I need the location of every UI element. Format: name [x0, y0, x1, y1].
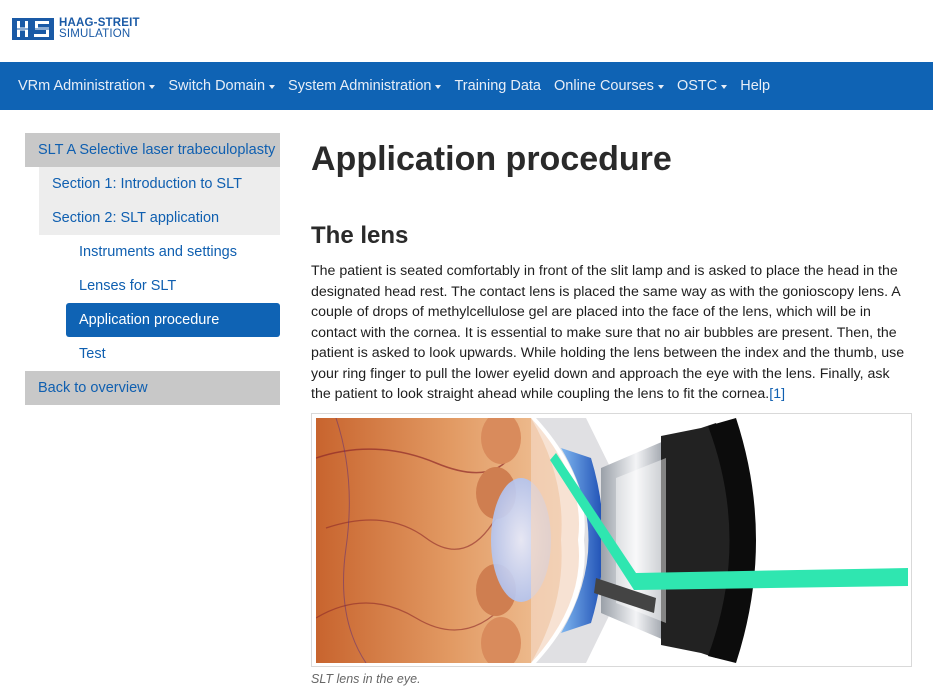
lens-figure — [311, 413, 912, 667]
sidebar-item-instruments[interactable]: Instruments and settings — [66, 235, 280, 269]
section-title: The lens — [311, 222, 409, 249]
nav-vrm-administration[interactable]: VRm Administration — [18, 78, 156, 94]
nav-training-data[interactable]: Training Data — [454, 78, 541, 94]
nav-label: System Administration — [288, 78, 432, 94]
nav-label: Online Courses — [554, 78, 654, 94]
back-to-overview-button[interactable]: Back to overview — [25, 371, 280, 405]
nav-label: VRm Administration — [18, 78, 146, 94]
nav-ostc[interactable]: OSTC — [676, 78, 728, 94]
caret-down-icon — [149, 84, 156, 89]
caret-down-icon — [657, 84, 664, 89]
nav-system-administration[interactable]: System Administration — [288, 78, 442, 94]
caret-down-icon — [435, 84, 442, 89]
hs-logo-icon — [12, 18, 54, 40]
sidebar-section-1[interactable]: Section 1: Introduction to SLT — [39, 167, 280, 201]
slt-lens-eye-illustration — [316, 418, 908, 663]
brand-logo[interactable]: HAAG-STREIT SIMULATION — [12, 17, 140, 40]
sidebar-course-link[interactable]: SLT A Selective laser trabeculoplasty — [25, 133, 280, 167]
caret-down-icon — [721, 84, 728, 89]
nav-label: Training Data — [454, 78, 541, 94]
nav-label: Switch Domain — [168, 78, 266, 94]
reference-link[interactable]: [1] — [769, 386, 785, 402]
caret-down-icon — [269, 84, 276, 89]
nav-label: Help — [740, 78, 771, 94]
sidebar-item-test[interactable]: Test — [66, 337, 280, 371]
course-sidebar: SLT A Selective laser trabeculoplasty Se… — [25, 133, 280, 405]
sidebar-item-lenses[interactable]: Lenses for SLT — [66, 269, 280, 303]
brand-line2: SIMULATION — [59, 28, 131, 40]
body-paragraph: The patient is seated comfortably in fro… — [311, 261, 911, 405]
nav-help[interactable]: Help — [740, 78, 770, 94]
main-content: Application procedure The lens The patie… — [311, 133, 911, 405]
figure-caption: SLT lens in the eye. — [311, 672, 421, 686]
nav-label: OSTC — [676, 78, 718, 94]
brand-text: HAAG-STREIT SIMULATION — [59, 17, 140, 40]
nav-switch-domain[interactable]: Switch Domain — [168, 78, 276, 94]
figure-image — [316, 418, 908, 663]
header-bar: HAAG-STREIT SIMULATION — [0, 0, 933, 62]
sidebar-item-application-active[interactable]: Application procedure — [66, 303, 280, 337]
paragraph-text: The patient is seated comfortably in fro… — [311, 263, 905, 402]
page-title: Application procedure — [311, 140, 672, 178]
sidebar-section-2[interactable]: Section 2: SLT application — [39, 201, 280, 235]
nav-online-courses[interactable]: Online Courses — [554, 78, 664, 94]
main-navbar: VRm Administration Switch Domain System … — [0, 62, 933, 110]
